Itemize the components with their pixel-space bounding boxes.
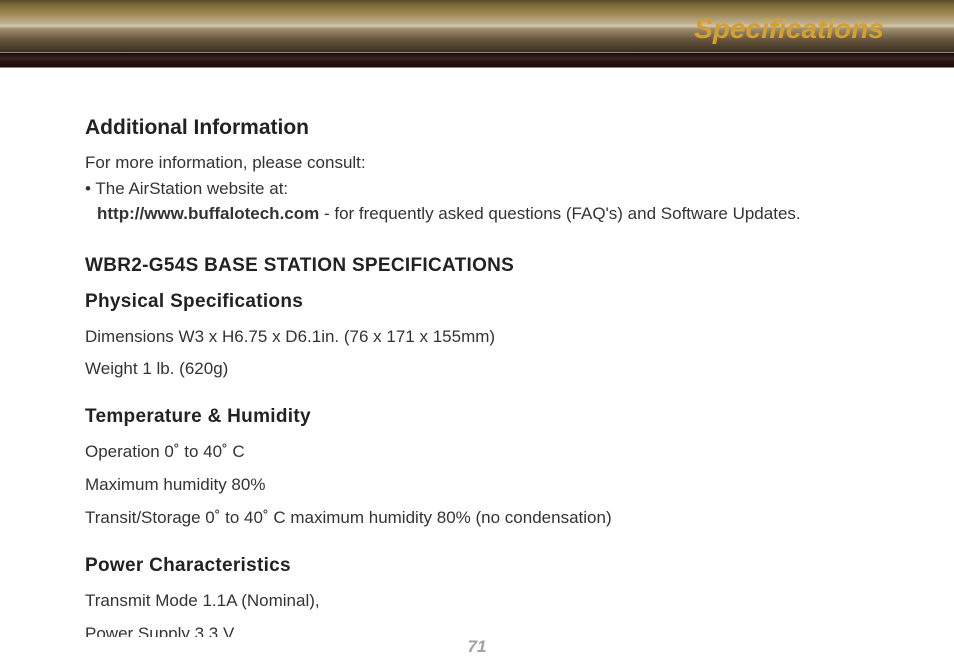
content-area: Additional Information For more informat… [0, 68, 954, 649]
header-bar-bottom [0, 52, 954, 68]
weight-line: Weight 1 lb. (620g) [85, 355, 869, 384]
website-link[interactable]: http://www.buffalotech.com [97, 204, 319, 223]
main-spec-heading: WBR2-G54S BASE STATION SPECIFICATIONS [85, 255, 869, 277]
link-suffix: - for frequently asked questions (FAQ's)… [319, 204, 800, 223]
header-band: Specifications [0, 0, 954, 52]
temp-humidity-heading: Temperature & Humidity [85, 406, 869, 428]
page-number: 71 [460, 637, 495, 657]
power-heading: Power Characteristics [85, 555, 869, 577]
physical-spec-heading: Physical Specifications [85, 291, 869, 313]
dimensions-line: Dimensions W3 x H6.75 x D6.1in. (76 x 17… [85, 323, 869, 352]
additional-info-heading: Additional Information [85, 116, 869, 140]
page-header-title: Specifications [694, 13, 884, 45]
additional-info-intro: For more information, please consult: [85, 150, 869, 176]
max-humidity-line: Maximum humidity 80% [85, 471, 869, 500]
operation-line: Operation 0˚ to 40˚ C [85, 438, 869, 467]
transmit-line: Transmit Mode 1.1A (Nominal), [85, 587, 869, 616]
transit-line: Transit/Storage 0˚ to 40˚ C maximum humi… [85, 504, 869, 533]
page-number-container: 71 [0, 637, 954, 657]
additional-info-link-line: http://www.buffalotech.com - for frequen… [97, 201, 869, 227]
additional-info-bullet: • The AirStation website at: [85, 176, 869, 202]
